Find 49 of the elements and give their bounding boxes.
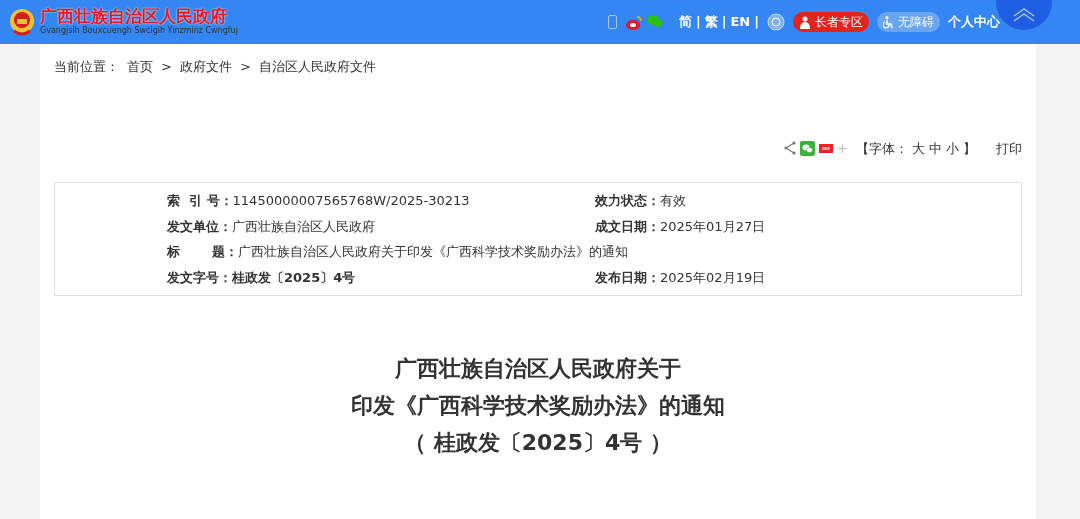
print-link[interactable]: 打印 <box>996 138 1022 158</box>
field-label: 发文单位： <box>167 217 232 236</box>
field-value: 有效 <box>660 192 686 210</box>
site-subtitle: Gvangjsih Bouxcuengh Swcigih Yinzminz Cwngfuj <box>40 25 238 37</box>
weibo-share-icon[interactable] <box>819 143 834 153</box>
document-title-line: （ 桂政发〔2025〕4号 ） <box>404 429 672 457</box>
breadcrumb-label: 当前位置： <box>54 58 119 76</box>
breadcrumb-separator: > <box>239 58 251 76</box>
field-value: 11450000007565768W/2025-30213 <box>232 192 470 210</box>
field-label: 发布日期： <box>595 268 660 287</box>
wechat-share-icon[interactable] <box>800 140 816 156</box>
font-size-label: 【字体： <box>856 139 908 158</box>
separator: | <box>754 13 759 32</box>
field-value: 桂政发〔2025〕4号 <box>232 268 356 287</box>
font-size-link[interactable]: 中 <box>929 138 942 158</box>
breadcrumb-link[interactable]: 首页 <box>127 57 153 77</box>
field-value: 2025年01月27日 <box>660 217 766 236</box>
weibo-icon[interactable] <box>625 14 643 30</box>
wheelchair-icon <box>883 15 894 29</box>
elderly-zone-button[interactable]: 长者专区 <box>793 12 869 32</box>
person-icon <box>799 15 811 29</box>
field-value: 2025年02月19日 <box>660 268 766 287</box>
document-title-line: 印发《广西科学技术奖励办法》的通知 <box>351 392 725 420</box>
accessibility-button[interactable]: 无障碍 <box>877 12 940 32</box>
field-value: 广西壮族自治区人民政府 <box>232 217 375 236</box>
font-size-link[interactable]: 小 <box>946 138 959 158</box>
language-link[interactable]: EN <box>730 12 751 32</box>
chevron-up-icon <box>1012 8 1036 22</box>
font-size-link[interactable]: 大 <box>912 138 925 158</box>
font-size-bracket: 】 <box>963 139 976 158</box>
field-label: 发文字号： <box>167 268 232 287</box>
breadcrumb-link[interactable]: 政府文件 <box>179 57 232 77</box>
field-label: 标 题： <box>167 243 238 261</box>
emblem-icon <box>8 7 36 37</box>
globe-icon[interactable] <box>767 13 785 31</box>
breadcrumb-link[interactable]: 自治区人民政府文件 <box>258 57 376 77</box>
field-label: 成文日期： <box>595 217 660 236</box>
document-title-line: 广西壮族自治区人民政府关于 <box>395 355 681 383</box>
separator: | <box>696 13 701 32</box>
personal-center-link[interactable]: 个人中心 <box>948 12 1000 32</box>
language-link[interactable]: 简 <box>679 12 692 32</box>
field-label: 索 引 号： <box>167 192 233 210</box>
language-link[interactable]: 繁 <box>704 12 718 32</box>
field-value: 广西壮族自治区人民政府关于印发《广西科学技术奖励办法》的通知 <box>237 243 628 261</box>
breadcrumb-separator: > <box>161 58 172 76</box>
phone-icon[interactable] <box>608 15 617 29</box>
field-label: 效力状态： <box>595 192 660 210</box>
separator: | <box>721 13 727 32</box>
share-icon[interactable] <box>783 141 797 156</box>
